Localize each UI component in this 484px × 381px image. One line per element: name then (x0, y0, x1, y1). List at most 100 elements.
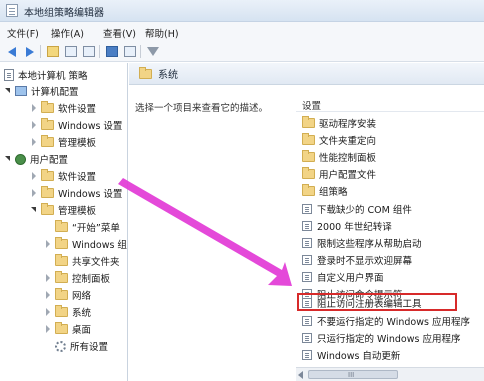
tree-label: 所有设置 (70, 342, 109, 353)
folder-icon (41, 118, 54, 130)
list-item[interactable]: Windows 自动更新 (298, 347, 482, 363)
collapse-arrow-icon[interactable] (44, 291, 52, 299)
collapse-arrow-icon[interactable] (44, 274, 52, 282)
folder-icon (55, 322, 68, 334)
tree-label: 系统 (72, 308, 92, 319)
collapse-arrow-icon[interactable] (44, 240, 52, 248)
computer-icon (15, 86, 27, 96)
collapse-arrow-icon[interactable] (30, 138, 38, 146)
collapse-arrow-icon[interactable] (44, 325, 52, 333)
show-hide-tree-icon[interactable] (45, 44, 60, 59)
tree-item-user-config[interactable]: 用户配置 (4, 151, 68, 167)
folder-icon (302, 150, 315, 162)
list-item[interactable]: 2000 年世纪转译 (298, 218, 482, 234)
settings-list[interactable]: 设置 驱动程序安装 文件夹重定向 性能控制面板 用户配置文件 组策略 下载缺少的… (296, 95, 484, 381)
description-prompt: 选择一个项目来查看它的描述。 (135, 103, 269, 114)
tree-item-uc-windows[interactable]: Windows 设置 (30, 185, 122, 201)
folder-icon (41, 203, 54, 215)
tree-item-cc-admin[interactable]: 管理模板 (30, 134, 96, 150)
list-item[interactable]: 性能控制面板 (298, 149, 482, 165)
tree-label: 计算机配置 (31, 87, 79, 98)
menu-action[interactable]: 操作(A) (48, 25, 87, 41)
list-item-label: Windows 自动更新 (317, 351, 401, 362)
properties-icon[interactable] (63, 44, 78, 59)
list-item[interactable]: 下载缺少的 COM 组件 (298, 201, 482, 217)
collapse-arrow-icon[interactable] (30, 189, 38, 197)
list-item[interactable]: 登录时不显示欢迎屏幕 (298, 252, 482, 268)
expand-arrow-icon[interactable] (30, 206, 38, 214)
list-item[interactable]: 只运行指定的 Windows 应用程序 (298, 330, 482, 346)
tree-item-computer-config[interactable]: 计算机配置 (4, 83, 79, 99)
tree-item-control-panel[interactable]: 控制面板 (44, 270, 110, 286)
scroll-grip: III (348, 371, 355, 379)
tree-item-cc-software[interactable]: 软件设置 (30, 100, 96, 116)
folder-icon (139, 66, 152, 79)
collapse-arrow-icon[interactable] (30, 172, 38, 180)
folder-icon (302, 167, 315, 179)
list-item[interactable]: 驱动程序安装 (298, 115, 482, 131)
tree-item-all-settings[interactable]: 所有设置 (55, 338, 108, 354)
expand-arrow-icon[interactable] (4, 87, 12, 95)
menu-file[interactable]: 文件(F) (4, 25, 42, 41)
collapse-arrow-icon[interactable] (44, 308, 52, 316)
menu-bar: 文件(F) 操作(A) 查看(V) 帮助(H) (0, 22, 484, 42)
folder-icon (55, 220, 68, 232)
tree-item-cc-windows[interactable]: Windows 设置 (30, 117, 122, 133)
title-bar: 本地组策略编辑器 (0, 0, 484, 22)
folder-icon (41, 169, 54, 181)
list-item[interactable]: 组策略 (298, 183, 482, 199)
tree-label: 软件设置 (58, 172, 97, 183)
folder-icon (302, 133, 315, 145)
list-item-label: 组策略 (319, 187, 348, 198)
tree-label: 共享文件夹 (72, 257, 120, 268)
tree-item-network[interactable]: 网络 (44, 287, 91, 303)
policy-setting-icon (302, 221, 312, 231)
highlight-annotation-box (297, 293, 457, 311)
list-item[interactable]: 用户配置文件 (298, 166, 482, 182)
tree-item-desktop[interactable]: 桌面 (44, 321, 91, 337)
menu-help[interactable]: 帮助(H) (142, 25, 182, 41)
back-icon[interactable] (4, 44, 19, 59)
folder-icon (55, 288, 68, 300)
tree-item-uc-admin[interactable]: 管理模板 (30, 202, 96, 218)
menu-view[interactable]: 查看(V) (100, 25, 139, 41)
callout-arrow-shape (118, 178, 292, 286)
details-title: 系统 (158, 70, 178, 81)
list-item-label: 登录时不显示欢迎屏幕 (317, 256, 413, 267)
folder-icon (41, 186, 54, 198)
tree-item-uc-software[interactable]: 软件设置 (30, 168, 96, 184)
list-item-label: 限制这些程序从帮助启动 (317, 239, 422, 250)
tree-label: “开始”菜单 (72, 223, 120, 234)
policy-icon (4, 69, 14, 81)
list-item[interactable]: 限制这些程序从帮助启动 (298, 235, 482, 251)
list-item[interactable]: 文件夹重定向 (298, 132, 482, 148)
help-icon[interactable] (104, 44, 119, 59)
scroll-left-icon[interactable] (298, 371, 303, 379)
filter-icon[interactable] (145, 44, 160, 59)
list-item[interactable]: 不要运行指定的 Windows 应用程序 (298, 313, 482, 329)
user-icon (15, 153, 26, 165)
forward-icon[interactable] (22, 44, 37, 59)
column-header-setting[interactable]: 设置 (296, 95, 484, 112)
tree-item-root[interactable]: 本地计算机 策略 (4, 67, 88, 83)
expand-arrow-icon[interactable] (4, 155, 12, 163)
collapse-arrow-icon[interactable] (30, 104, 38, 112)
tree-label: Windows 设置 (58, 189, 123, 200)
all-settings-icon (55, 340, 66, 352)
tree-label: 桌面 (72, 325, 92, 336)
tree-item-start-menu[interactable]: “开始”菜单 (55, 219, 120, 235)
tree-item-system[interactable]: 系统 (44, 304, 91, 320)
tree-label: 控制面板 (72, 274, 111, 285)
tree-label: 管理模板 (58, 206, 97, 217)
policy-setting-icon (302, 350, 312, 360)
tree-item-shared-folders[interactable]: 共享文件夹 (55, 253, 120, 269)
list-item-label: 性能控制面板 (319, 153, 377, 164)
list-item[interactable]: 自定义用户界面 (298, 269, 482, 285)
tree-item-windows-components[interactable]: Windows 组件 (44, 236, 127, 252)
horizontal-scrollbar[interactable]: III (296, 367, 484, 381)
toolbar (0, 42, 484, 62)
collapse-arrow-icon[interactable] (30, 121, 38, 129)
tree-pane[interactable]: 本地计算机 策略 计算机配置 软件设置 Windows 设置 管理模板 用户配置… (0, 63, 128, 381)
export-list-icon[interactable] (81, 44, 96, 59)
view-icon[interactable] (122, 44, 137, 59)
